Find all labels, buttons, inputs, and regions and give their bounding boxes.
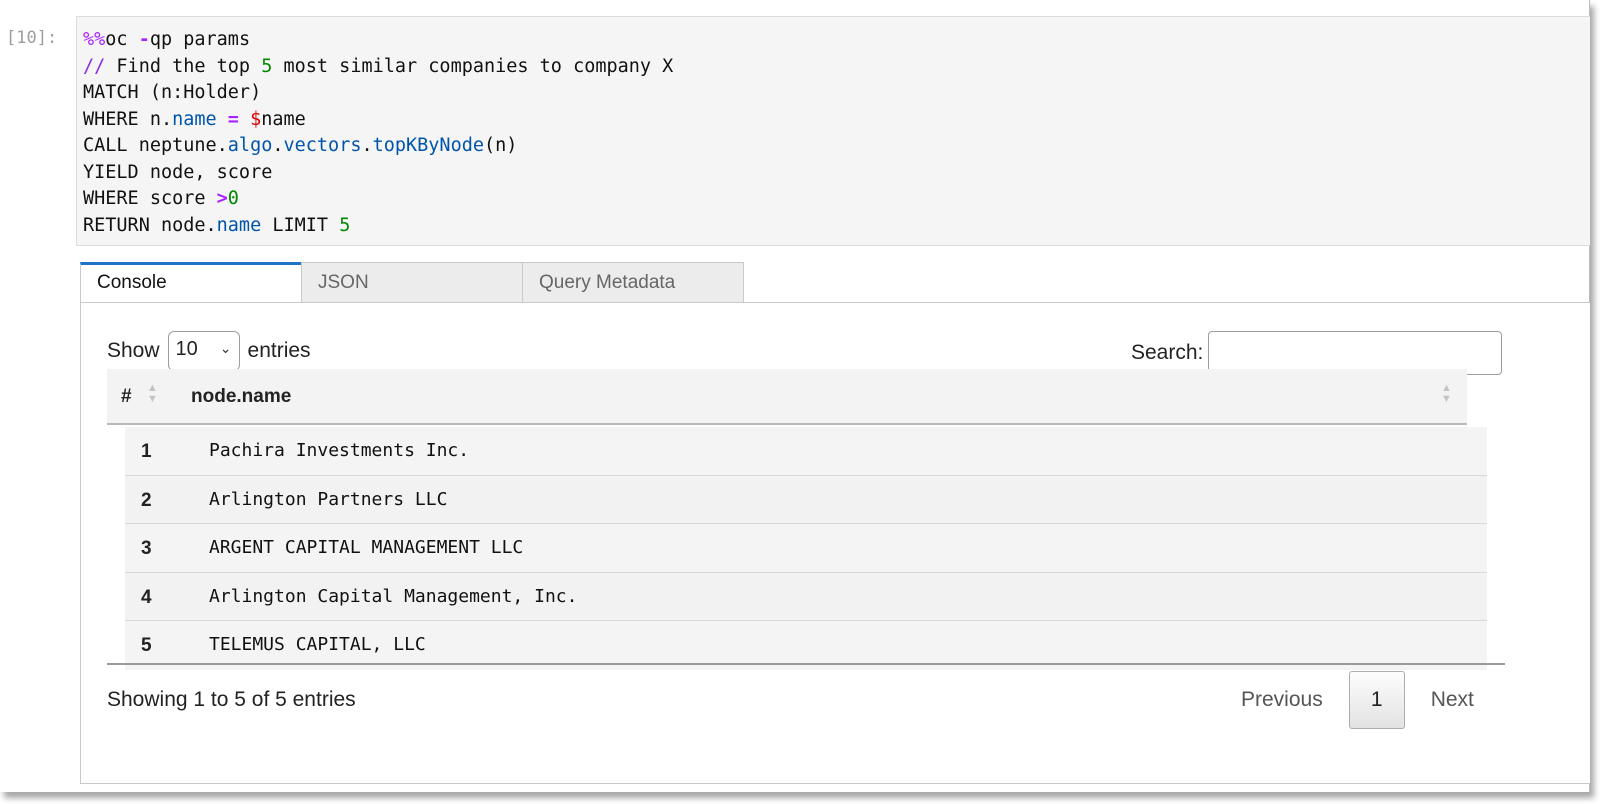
entries-label: entries	[247, 339, 311, 362]
comment-marker: //	[83, 55, 106, 77]
table-row: 1 Pachira Investments Inc.	[125, 427, 1487, 476]
row-index: 4	[141, 586, 152, 608]
previous-button[interactable]: Previous	[1229, 688, 1335, 712]
row-node-name: TELEMUS CAPITAL, LLC	[209, 634, 426, 655]
call-kw: CALL neptune.	[83, 135, 228, 156]
notebook-sheet: [10]: %%oc -qp params// Find the top 5 m…	[0, 0, 1590, 792]
table-body: 1 Pachira Investments Inc. 2 Arlington P…	[125, 427, 1487, 670]
row-node-name: Pachira Investments Inc.	[209, 440, 470, 461]
where-eq: =	[216, 108, 251, 130]
entries-length-control: Show 10 ⌄ entries	[107, 331, 311, 371]
cell-prompt: [10]:	[6, 28, 58, 48]
table-header: # ▲ ▼ node.name ▲ ▼	[107, 369, 1467, 425]
output-tabs: Console JSON Query Metadata	[80, 262, 744, 303]
tab-query-metadata[interactable]: Query Metadata	[522, 262, 744, 303]
code-line-3: MATCH (n:Holder)	[83, 82, 262, 103]
where-prop: name	[172, 108, 217, 130]
entries-select-value: 10	[175, 338, 198, 360]
row-index: 2	[141, 489, 152, 511]
comment-number: 5	[261, 55, 273, 77]
chevron-down-icon: ⌄	[219, 340, 232, 356]
code-line-2: // Find the top 5 most similar companies…	[83, 54, 1584, 81]
code-line-1: %%oc -qp params	[83, 27, 1584, 54]
magic-args: qp params	[149, 29, 251, 50]
where2-num: 0	[227, 188, 239, 209]
param-dollar: $	[250, 108, 262, 130]
comment-text-a: Find the top	[105, 55, 262, 77]
code-line-8: RETURN node.name LIMIT 5	[83, 213, 1584, 240]
tab-json[interactable]: JSON	[301, 262, 523, 303]
comment-text-b: most similar companies to company X	[272, 55, 674, 77]
return-limit: LIMIT	[261, 214, 340, 236]
table-row: 3 ARGENT CAPITAL MANAGEMENT LLC	[125, 524, 1487, 573]
row-node-name: Arlington Capital Management, Inc.	[209, 585, 578, 607]
where-kw: WHERE n.	[83, 108, 173, 130]
console-panel: Show 10 ⌄ entries Search: # ▲ ▼ node.name…	[80, 302, 1590, 784]
column-header-index[interactable]: #	[121, 386, 132, 408]
cell-output: Console JSON Query Metadata Show 10 ⌄ en…	[80, 262, 1590, 784]
row-index: 1	[141, 441, 152, 462]
magic-prefix: %%	[83, 29, 106, 50]
call-algo: algo	[227, 135, 273, 156]
row-node-name: ARGENT CAPITAL MANAGEMENT LLC	[209, 537, 524, 558]
pagination: Previous 1 Next	[1229, 671, 1486, 729]
call-args: (n)	[484, 135, 518, 156]
magic-flag: -	[138, 29, 150, 50]
row-node-name: Arlington Partners LLC	[209, 488, 448, 510]
next-button[interactable]: Next	[1419, 688, 1486, 712]
magic-name: oc	[105, 29, 128, 50]
return-kw: RETURN node.	[83, 214, 217, 236]
call-dot-2: .	[361, 135, 373, 156]
code-editor[interactable]: %%oc -qp params// Find the top 5 most si…	[76, 16, 1590, 246]
sort-icon[interactable]: ▲ ▼	[147, 383, 158, 405]
code-line-7: WHERE score >0	[83, 186, 1584, 213]
entries-select[interactable]: 10 ⌄	[167, 331, 240, 371]
search-label: Search:	[1131, 341, 1204, 364]
return-prop: name	[216, 214, 262, 236]
page-1-button[interactable]: 1	[1348, 671, 1405, 729]
table-row: 4 Arlington Capital Management, Inc.	[125, 572, 1487, 621]
where-param: name	[261, 108, 306, 130]
table-footer-divider	[107, 663, 1505, 665]
table-row: 2 Arlington Partners LLC	[125, 475, 1487, 524]
return-num: 5	[339, 214, 351, 236]
where2-op: >	[216, 188, 228, 209]
where2-kw: WHERE score	[83, 188, 217, 209]
code-line-5: CALL neptune.algo.vectors.topKByNode(n)	[83, 133, 1584, 160]
table-info: Showing 1 to 5 of 5 entries	[107, 688, 356, 711]
call-dot-1: .	[272, 135, 284, 156]
tab-console[interactable]: Console	[80, 262, 302, 303]
call-vectors: vectors	[283, 135, 362, 156]
sort-icon[interactable]: ▲ ▼	[1441, 383, 1452, 405]
show-label: Show	[107, 339, 160, 362]
column-header-node-name[interactable]: node.name	[191, 386, 291, 408]
code-line-4: WHERE n.name = $name	[83, 107, 1584, 134]
row-index: 5	[141, 635, 152, 656]
code-line-6: YIELD node, score	[83, 161, 273, 183]
call-fn: topKByNode	[372, 135, 484, 156]
row-index: 3	[141, 538, 152, 559]
